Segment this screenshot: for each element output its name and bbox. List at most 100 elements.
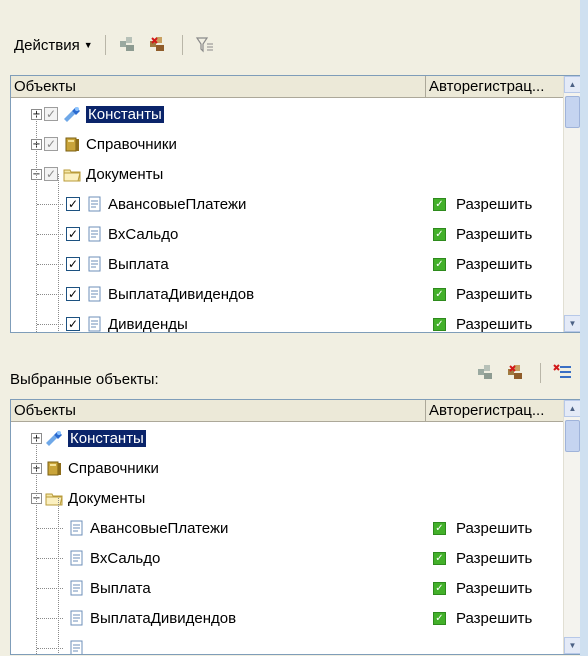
filter-icon [195, 37, 213, 53]
row-checkbox[interactable]: ✓ [66, 317, 80, 331]
unregister-selected-button[interactable] [502, 360, 530, 386]
tree-connector [37, 294, 63, 295]
document-icon [66, 609, 86, 627]
row-checkbox[interactable]: ✓ [66, 257, 80, 271]
tree-connector [37, 588, 63, 589]
scroll-down-icon[interactable]: ▼ [564, 637, 580, 654]
autoregistration-cell[interactable]: ✓ Разрешить [433, 249, 532, 279]
tree-row[interactable]: + ✓ Справочники [11, 129, 564, 159]
autoregistration-cell[interactable]: ✓ Разрешить [433, 543, 532, 573]
tree-row[interactable]: ✓ Выплата ✓ Разрешить [11, 249, 564, 279]
row-label: ВыплатаДивидендов [108, 285, 255, 303]
autoregistration-value: Разрешить [456, 549, 533, 567]
row-checkbox[interactable]: ✓ [44, 167, 58, 181]
register-button[interactable] [114, 32, 142, 58]
clear-selected-button[interactable] [549, 360, 577, 386]
column-header-autoregistration[interactable]: Авторегистрац... [426, 400, 564, 422]
scroll-up-icon[interactable]: ▲ [564, 400, 580, 417]
row-label: АвансовыеПлатежи [108, 195, 247, 213]
document-icon [88, 256, 101, 272]
tree-node: ✓ ВхСальдо [37, 219, 178, 249]
row-label: Справочники [86, 135, 177, 153]
row-label: АвансовыеПлатежи [90, 519, 229, 537]
tree-row[interactable]: + Константы [11, 423, 564, 453]
scroll-thumb[interactable] [565, 96, 580, 128]
scroll-thumb[interactable] [565, 420, 580, 452]
row-checkbox[interactable]: ✓ [66, 227, 80, 241]
vertical-scrollbar[interactable]: ▲ ▼ [563, 400, 580, 654]
tree-node: ✓ Дивиденды [37, 309, 188, 332]
row-checkbox[interactable]: ✓ [44, 137, 58, 151]
row-label: ВхСальдо [90, 549, 161, 567]
unregister-button[interactable] [144, 32, 172, 58]
tree-row[interactable]: АвансовыеПлатежи ✓ Разрешить [11, 513, 564, 543]
row-label: Константы [86, 105, 164, 123]
row-checkbox[interactable]: ✓ [44, 107, 58, 121]
tree-node: + ✓ Справочники [31, 129, 177, 159]
autoregistration-cell[interactable]: ✓ Разрешить [433, 279, 532, 309]
tree-connector [37, 618, 63, 619]
tree-row[interactable]: + ✓ Константы [11, 99, 564, 129]
allow-check-icon: ✓ [433, 227, 446, 241]
selected-objects-grid[interactable]: Объекты Авторегистрац... + Константы + Спра… [10, 399, 581, 655]
tree-connector [37, 204, 63, 205]
document-icon [66, 639, 86, 654]
document-icon [84, 255, 104, 273]
tree-connector [37, 264, 63, 265]
document-icon [88, 226, 101, 242]
filter-button[interactable] [191, 32, 219, 58]
actions-menu[interactable]: Действия ▼ [10, 35, 97, 56]
tree-row[interactable]: − ✓ Документы [11, 159, 564, 189]
tree-node: АвансовыеПлатежи [37, 513, 229, 543]
autoregistration-cell[interactable]: ✓ Разрешить [433, 573, 532, 603]
allow-check-icon: ✓ [433, 257, 446, 271]
row-checkbox[interactable]: ✓ [66, 197, 80, 211]
constants-icon [46, 431, 62, 446]
vertical-scrollbar[interactable]: ▲ ▼ [563, 76, 580, 332]
main-toolbar: Действия ▼ [10, 30, 221, 60]
document-icon [84, 225, 104, 243]
row-checkbox[interactable]: ✓ [66, 287, 80, 301]
tree-row[interactable]: ✓ ВхСальдо ✓ Разрешить [11, 219, 564, 249]
tree-node: ✓ АвансовыеПлатежи [37, 189, 247, 219]
column-header-autoregistration[interactable]: Авторегистрац... [426, 76, 564, 98]
tree-connector [37, 528, 63, 529]
autoregistration-cell[interactable]: ✓ Разрешить [433, 189, 532, 219]
autoregistration-cell[interactable]: ✓ Разрешить [433, 219, 532, 249]
autoregistration-value: Разрешить [456, 195, 533, 213]
column-header-objects[interactable]: Объекты [11, 76, 426, 98]
catalogs-icon [65, 137, 79, 152]
grid-header: Объекты Авторегистрац... [11, 76, 564, 98]
tree-row[interactable]: ✓ ВыплатаДивидендов ✓ Разрешить [11, 279, 564, 309]
document-icon [84, 315, 104, 332]
autoregistration-value: Разрешить [456, 255, 533, 273]
column-header-objects[interactable]: Объекты [11, 400, 426, 422]
tree-node: + ✓ Константы [31, 99, 164, 129]
tree-row[interactable]: + Справочники [11, 453, 564, 483]
autoregistration-cell[interactable]: ✓ Разрешить [433, 603, 532, 633]
constants-icon [44, 429, 64, 447]
tree-row[interactable]: ВхСальдо ✓ Разрешить [11, 543, 564, 573]
tree-row[interactable]: ✓ АвансовыеПлатежи ✓ Разрешить [11, 189, 564, 219]
tree-row[interactable] [11, 633, 564, 654]
folder-icon [63, 169, 81, 182]
autoregistration-value: Разрешить [456, 285, 533, 303]
tree-row[interactable]: ВыплатаДивидендов ✓ Разрешить [11, 603, 564, 633]
grid-header: Объекты Авторегистрац... [11, 400, 564, 422]
toolbar-separator [181, 35, 183, 55]
register-selected-button[interactable] [472, 360, 500, 386]
autoregistration-cell[interactable]: ✓ Разрешить [433, 513, 532, 543]
folder-icon [44, 489, 64, 507]
tree-row[interactable]: − Документы [11, 483, 564, 513]
clear-icon [553, 364, 571, 378]
scroll-down-icon[interactable]: ▼ [564, 315, 580, 332]
scroll-up-icon[interactable]: ▲ [564, 76, 580, 93]
tree-row[interactable]: ✓ Дивиденды ✓ Разрешить [11, 309, 564, 332]
tree-rows: + ✓ Константы + ✓ Справочники − ✓ Документы ✓ Аван… [11, 99, 564, 332]
document-icon [88, 286, 101, 302]
document-icon [88, 196, 101, 212]
tree-row[interactable]: Выплата ✓ Разрешить [11, 573, 564, 603]
objects-tree-grid[interactable]: Объекты Авторегистрац... + ✓ Константы + ✓ Сп… [10, 75, 581, 333]
autoregistration-cell[interactable]: ✓ Разрешить [433, 309, 532, 332]
catalogs-icon [47, 461, 61, 476]
